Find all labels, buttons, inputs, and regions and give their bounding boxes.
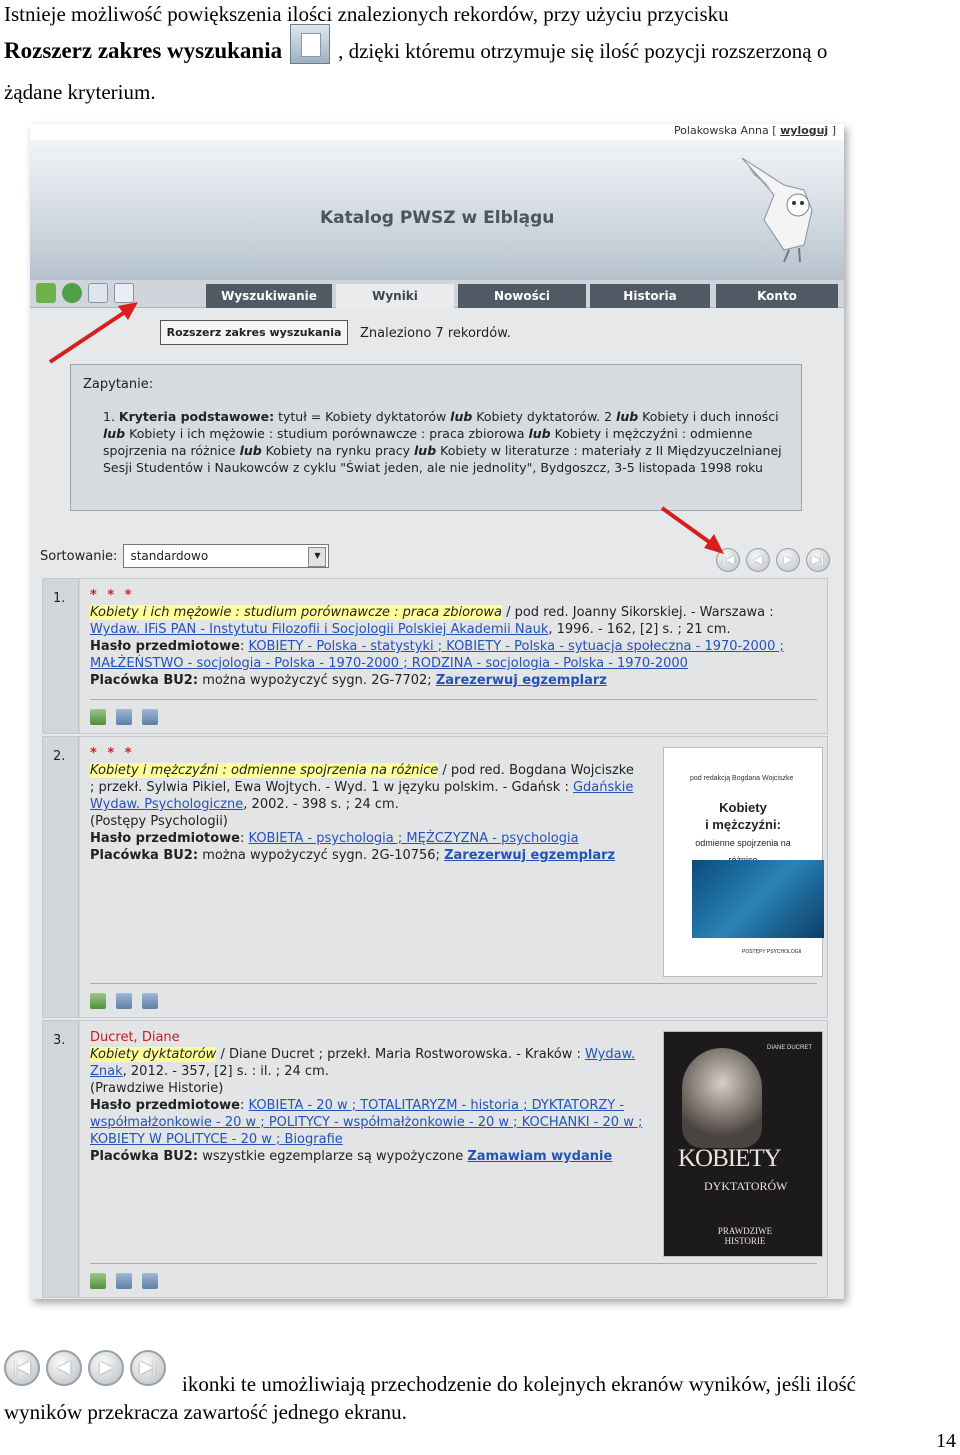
expand-search-button[interactable]: Rozszerz zakres wyszukania: [160, 320, 348, 345]
prev-page-icon[interactable]: ◀: [746, 548, 770, 572]
catalog-banner: Katalog PWSZ w Elblągu: [30, 140, 844, 280]
results-count: Znaleziono 7 rekordów.: [360, 326, 511, 341]
rating-stars: * * *: [90, 588, 135, 603]
add-to-basket-icon[interactable]: [90, 1273, 106, 1289]
footer-line-1: ikonki te umożliwiają przechodzenie do k…: [182, 1372, 856, 1396]
footer-line-2: wyników przekracza zawartość jednego ekr…: [4, 1400, 407, 1424]
record-1: 1. * * * Kobiety i ich mężowie : studium…: [42, 578, 828, 734]
expand-search-icon: [290, 24, 331, 64]
tab-results[interactable]: Wyniki: [336, 284, 454, 308]
user-name: Polakowska Anna: [673, 124, 769, 137]
first-page-icon[interactable]: |◀: [716, 548, 740, 572]
record-number: 2.: [43, 737, 79, 1017]
record-number: 1.: [43, 579, 79, 733]
intro-line-2-rest: , dzięki któremu otrzymuje się ilość poz…: [338, 39, 828, 63]
prev-page-icon: ◀: [46, 1350, 82, 1386]
main-nav: Wyszukiwanie Wyniki Nowości Historia Kon…: [30, 280, 844, 308]
add-to-basket-icon[interactable]: [90, 993, 106, 1009]
record-number: 3.: [43, 1021, 79, 1297]
sort-label: Sortowanie:: [40, 548, 118, 564]
query-label: Zapytanie:: [83, 377, 154, 392]
tab-news[interactable]: Nowości: [458, 284, 586, 308]
record-3: 3. Ducret, Diane Kobiety dyktatorów / Di…: [42, 1020, 828, 1298]
logout-link[interactable]: wyloguj: [780, 124, 828, 137]
pager-legend: |◀ ◀ ▶ ▶|: [4, 1350, 166, 1386]
catalog-title: Katalog PWSZ w Elblągu: [320, 208, 555, 228]
copy-icon[interactable]: [88, 283, 108, 303]
intro-bold-button-name: Rozszerz zakres wyszukania: [4, 38, 283, 63]
intro-line-2: Rozszerz zakres wyszukania , dzięki które…: [4, 24, 827, 71]
tab-search[interactable]: Wyszukiwanie: [206, 284, 332, 308]
results-content: Rozszerz zakres wyszukania Znaleziono 7 …: [30, 308, 844, 1299]
add-to-basket-icon[interactable]: [90, 709, 106, 725]
user-bar: Polakowska Anna [ wyloguj ]: [30, 124, 844, 140]
export-icon[interactable]: [142, 1273, 158, 1289]
up-arrow-icon[interactable]: [62, 283, 82, 303]
details-icon[interactable]: [116, 709, 132, 725]
record-title[interactable]: Kobiety i ich mężowie : studium porównaw…: [90, 605, 502, 620]
reserve-link[interactable]: Zarezerwuj egzemplarz: [444, 848, 615, 863]
first-page-icon: |◀: [4, 1350, 40, 1386]
subject-links[interactable]: KOBIETA - psychologia ; MĘŻCZYZNA - psyc…: [249, 831, 579, 846]
book-cover-2: pod redakcją Bogdana Wojciszke Kobiety i…: [663, 747, 824, 977]
page-number: 14: [936, 1430, 956, 1452]
sort-select[interactable]: standardowo: [123, 544, 330, 568]
export-icon[interactable]: [142, 993, 158, 1009]
owl-logo-icon: [741, 157, 813, 263]
catalog-screenshot: Polakowska Anna [ wyloguj ] Katalog PWSZ…: [30, 124, 844, 1299]
back-arrow-icon[interactable]: [36, 283, 56, 303]
record-2: 2. * * * Kobiety i mężczyźni : odmienne …: [42, 736, 828, 1018]
query-box: Zapytanie: 1. Kryteria podstawowe: tytuł…: [70, 364, 802, 511]
details-icon[interactable]: [116, 993, 132, 1009]
details-icon[interactable]: [116, 1273, 132, 1289]
last-page-icon: ▶|: [130, 1350, 166, 1386]
last-page-icon[interactable]: ▶|: [806, 548, 830, 572]
intro-line-3: żądane kryterium.: [4, 80, 156, 104]
export-icon[interactable]: [142, 709, 158, 725]
query-text: 1. Kryteria podstawowe: tytuł = Kobiety …: [103, 409, 782, 475]
pager-small: |◀ ◀ ▶ ▶|: [716, 548, 830, 572]
record-title[interactable]: Kobiety i mężczyźni : odmienne spojrzeni…: [90, 763, 439, 778]
book-cover-3: DIANE DUCRET KOBIETY DYKTATORÓW PRAWDZIW…: [663, 1031, 823, 1257]
reserve-link[interactable]: Zarezerwuj egzemplarz: [436, 673, 607, 688]
order-link[interactable]: Zamawiam wydanie: [467, 1149, 612, 1164]
tab-account[interactable]: Konto: [716, 284, 838, 308]
tab-history[interactable]: Historia: [590, 284, 710, 308]
publisher-link[interactable]: Wydaw. IFiS PAN - Instytutu Filozofii i …: [90, 622, 548, 637]
record-title[interactable]: Kobiety dyktatorów: [90, 1047, 217, 1062]
next-page-icon[interactable]: ▶: [776, 548, 800, 572]
sort-row: Sortowanie: standardowo: [40, 544, 330, 568]
expand-search-icon[interactable]: [114, 283, 134, 303]
next-page-icon: ▶: [88, 1350, 124, 1386]
